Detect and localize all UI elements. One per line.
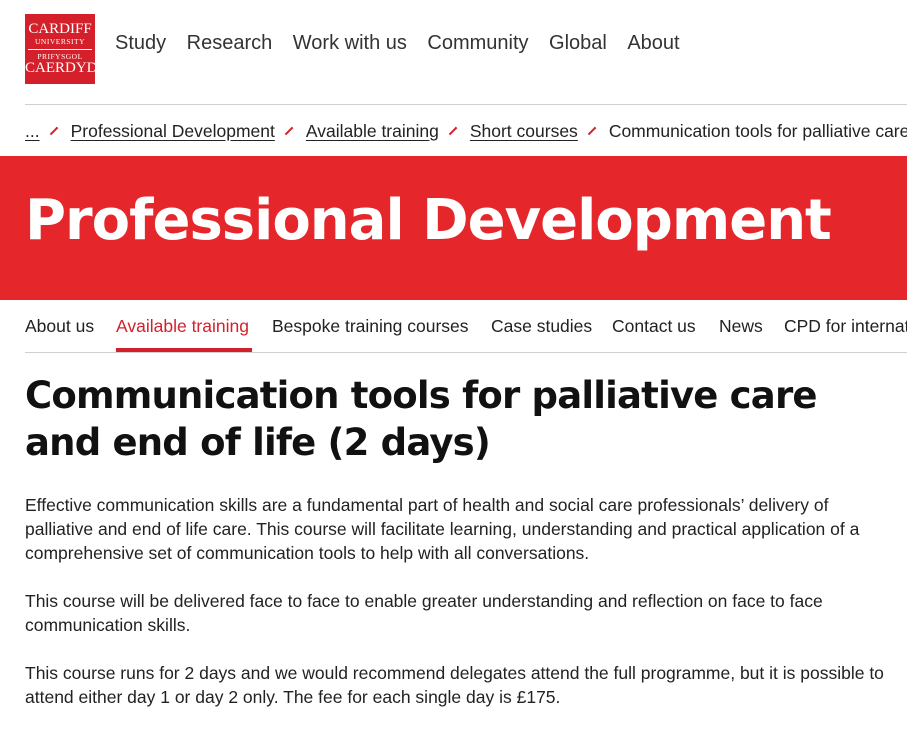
logo-divider (28, 48, 92, 50)
subnav-bespoke-training-courses[interactable]: Bespoke training courses (272, 316, 469, 337)
section-banner: Professional Development (0, 156, 907, 300)
subnav-divider (25, 352, 907, 353)
subnav-case-studies[interactable]: Case studies (491, 316, 592, 337)
section-navigation: About us Available training Bespoke trai… (25, 300, 907, 353)
description-paragraph: Effective communication skills are a fun… (25, 495, 860, 563)
chevron-right-icon (49, 126, 58, 136)
main-nav-research[interactable]: Research (187, 32, 273, 55)
header-divider (25, 104, 907, 105)
logo-line-prifysgol: PRIFYSGOL (37, 51, 83, 61)
cardiff-university-logo[interactable]: CARDIFF UNIVERSITY PRIFYSGOL CAERDYD (25, 14, 98, 84)
chevron-right-icon (587, 126, 597, 136)
main-navigation: Study Research Work with us Community Gl… (115, 32, 700, 55)
chevron-right-icon (284, 126, 294, 136)
site-header: CARDIFF UNIVERSITY PRIFYSGOL CAERDYD Stu… (0, 0, 907, 104)
banner-title: Professional Development (25, 188, 832, 253)
description-paragraph: This course runs for 2 days and we would… (25, 663, 884, 707)
subnav-available-training[interactable]: Available training (116, 316, 249, 337)
main-nav-study[interactable]: Study (115, 32, 166, 55)
breadcrumb-available-training[interactable]: Available training (306, 121, 439, 142)
breadcrumb-current: Communication tools for palliative care … (608, 120, 907, 141)
breadcrumb: ... Professional Development Available t… (25, 118, 907, 144)
subnav-about-us[interactable]: About us (25, 316, 94, 337)
main-nav-global[interactable]: Global (549, 32, 607, 55)
main-nav-community[interactable]: Community (427, 32, 528, 55)
logo-line-cardiff: CARDIFF (28, 21, 92, 37)
logo-line-caerdydd: CAERDYD (25, 60, 98, 76)
main-nav-about[interactable]: About (627, 32, 679, 55)
breadcrumb-ellipsis[interactable]: ... (25, 121, 40, 142)
chevron-right-icon (448, 126, 458, 136)
logo-line-university: UNIVERSITY (35, 37, 85, 46)
breadcrumb-professional-development[interactable]: Professional Development (71, 121, 275, 142)
course-description: Effective communication skills are a fun… (25, 493, 895, 733)
page-title: Communication tools for palliative care … (25, 374, 818, 464)
main-nav-work-with-us[interactable]: Work with us (293, 32, 407, 55)
subnav-news[interactable]: News (719, 316, 763, 337)
breadcrumb-short-courses[interactable]: Short courses (470, 121, 578, 142)
subnav-contact-us[interactable]: Contact us (612, 316, 696, 337)
description-paragraph: This course will be delivered face to fa… (25, 591, 823, 635)
subnav-cpd-for-international[interactable]: CPD for international (784, 316, 907, 337)
